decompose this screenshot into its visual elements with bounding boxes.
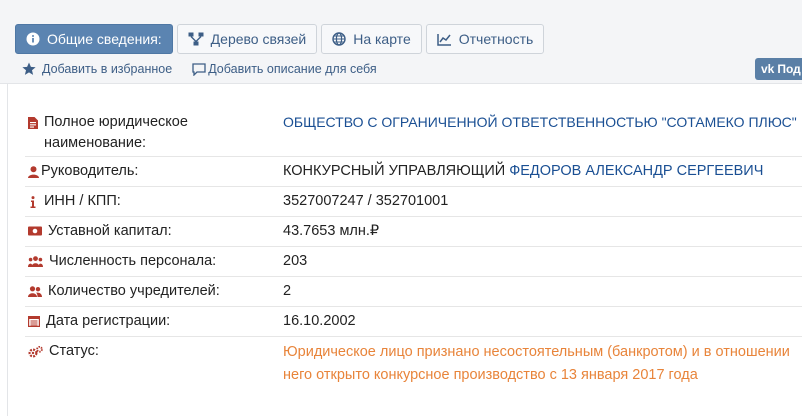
detail-row-director: Руководитель: КОНКУРСНЫЙ УПРАВЛЯЮЩИЙ ФЕД… [25,157,802,187]
favorites-label: Добавить в избранное [42,62,173,76]
add-to-favorites-link[interactable]: Добавить в избранное [22,62,172,76]
info-icon [30,196,36,208]
status-label: Статус: [49,343,99,359]
top-toolbar: Общие сведения: Дерево связей На карте О… [0,0,802,84]
share-label: Под [777,62,801,76]
founders-label: Количество учредителей: [48,283,220,299]
detail-row-inn: ИНН / КПП: 3527007247 / 352701001 [25,187,802,217]
detail-label: Количество учредителей: [25,277,283,306]
staff-value: 203 [283,253,308,269]
registration-date-value: 16.10.2002 [283,313,356,329]
detail-value: КОНКУРСНЫЙ УПРАВЛЯЮЩИЙ ФЕДОРОВ АЛЕКСАНДР… [283,157,802,186]
tab-on-map[interactable]: На карте [321,24,422,54]
capital-label: Уставной капитал: [48,223,172,239]
tab-relations-tree[interactable]: Дерево связей [176,24,318,54]
detail-label: Численность персонала: [25,247,283,276]
director-name-link[interactable]: ФЕДОРОВ АЛЕКСАНДР СЕРГЕЕВИЧ [509,163,763,179]
detail-label: ИНН / КПП: [25,187,283,216]
founders-value: 2 [283,283,292,299]
tab-reports[interactable]: Отчетность [425,24,545,54]
director-role: КОНКУРСНЫЙ УПРАВЛЯЮЩИЙ [283,163,506,179]
calendar-icon [28,316,40,327]
director-label: Руководитель: [41,163,139,179]
detail-label: Руководитель: [25,157,283,186]
tab-label: Общие сведения: [47,31,162,47]
tab-general-info[interactable]: Общие сведения: [15,24,173,54]
detail-row-staff: Численность персонала: 203 [25,247,802,277]
vk-share-button[interactable]: vk Под [755,58,802,80]
globe-icon [332,32,346,46]
tab-label: Дерево связей [210,31,307,47]
detail-row-capital: Уставной капитал: 43.7653 млн.₽ [25,217,802,247]
comment-icon [192,62,206,76]
add-description-link[interactable]: Добавить описание для себя [192,62,377,76]
detail-label: Дата регистрации: [25,307,283,336]
full-name-label: Полное юридическое наименование: [44,114,188,151]
registration-date-label: Дата регистрации: [46,313,171,329]
full-name-value: ОБЩЕСТВО С ОГРАНИЧЕННОЙ ОТВЕТСТВЕННОСТЬЮ… [283,114,797,130]
detail-row-full-name: Полное юридическое наименование: ОБЩЕСТВ… [25,108,802,157]
detail-label: Уставной капитал: [25,217,283,246]
description-label: Добавить описание для себя [208,62,377,76]
capital-value: 43.7653 млн.₽ [283,223,380,239]
status-value: Юридическое лицо признано несостоятельны… [283,344,790,383]
detail-row-registration-date: Дата регистрации: 16.10.2002 [25,307,802,337]
details-table: Полное юридическое наименование: ОБЩЕСТВ… [25,108,802,416]
quick-actions: Добавить в избранное Добавить описание д… [22,62,377,76]
detail-value: ОБЩЕСТВО С ОГРАНИЧЕННОЙ ОТВЕТСТВЕННОСТЬЮ… [283,108,802,156]
star-icon [22,62,36,75]
line-chart-icon [436,33,451,46]
tab-label: На карте [353,31,411,47]
inn-label: ИНН / КПП: [44,193,121,209]
section-tabs: Общие сведения: Дерево связей На карте О… [15,24,545,54]
detail-row-status: Статус: Юридическое лицо признано несост… [25,337,802,416]
user-group-icon [28,286,42,297]
staff-label: Численность персонала: [49,253,217,269]
hierarchy-tree-icon [188,32,204,46]
tab-label: Отчетность [458,31,534,47]
info-circle-icon [26,32,40,46]
inn-value: 3527007247 / 352701001 [283,193,449,209]
detail-label: Полное юридическое наименование: [25,108,283,156]
company-details-panel: Полное юридическое наименование: ОБЩЕСТВ… [7,84,802,416]
gears-icon [28,346,43,358]
document-icon [28,117,38,129]
person-icon [28,166,39,178]
money-icon [28,226,42,236]
users-icon [28,256,43,267]
detail-label: Статус: [25,337,283,416]
vk-logo-icon: vk [761,62,775,76]
detail-row-founders: Количество учредителей: 2 [25,277,802,307]
